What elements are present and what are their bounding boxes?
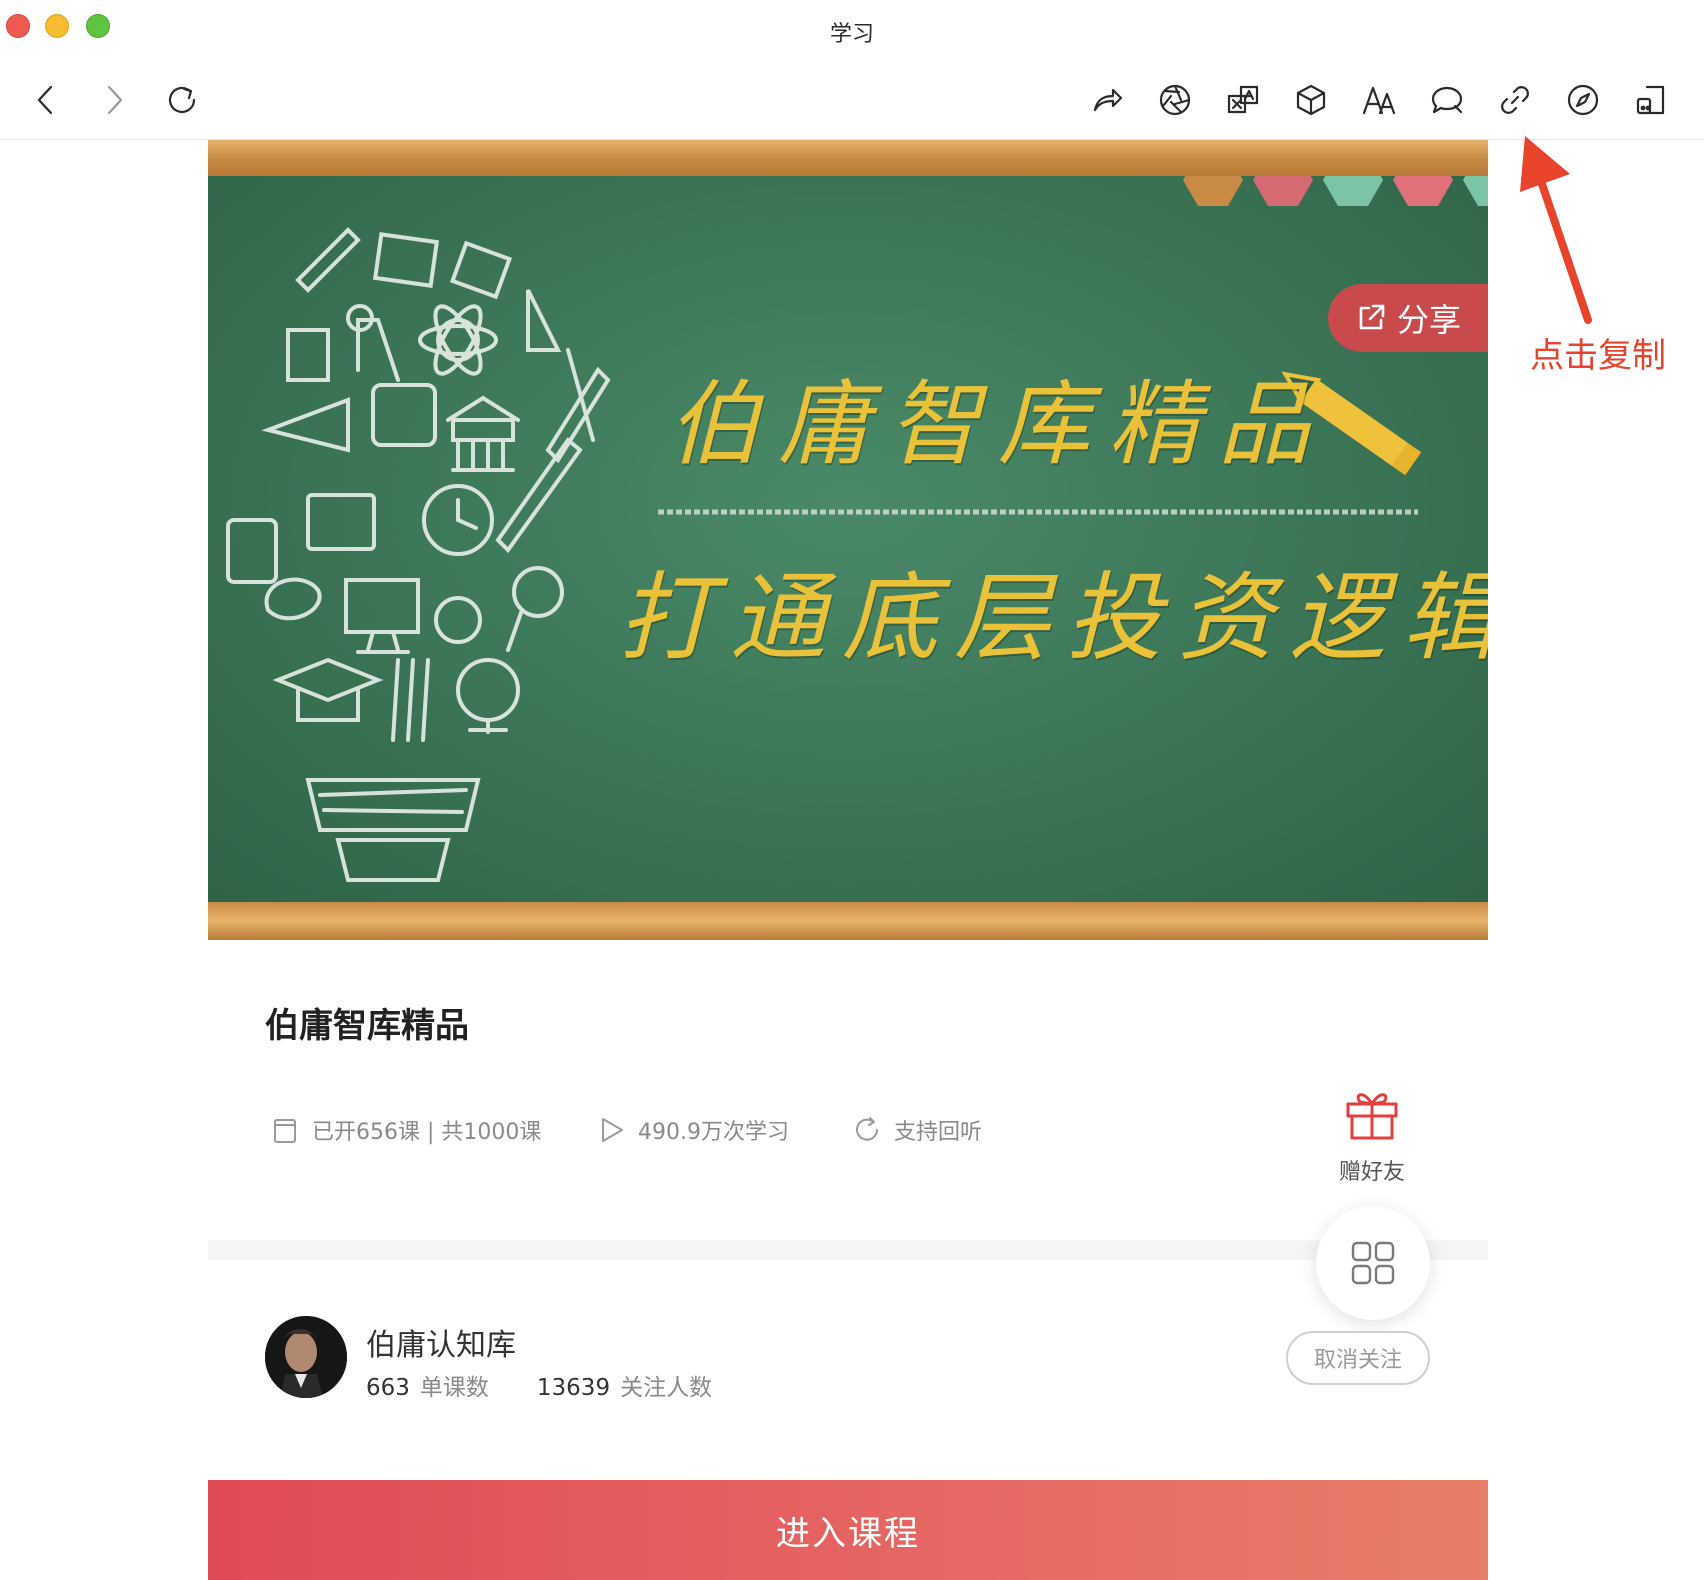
author-lesson-count-label: 单课数 [419, 1375, 489, 1401]
gift-friend-button[interactable]: 赠好友 [1334, 1086, 1410, 1186]
stat-lessons-text: 已开656课 | 共1000课 [312, 1120, 542, 1145]
forward-button[interactable] [90, 76, 138, 124]
course-title: 伯庸智库精品 [265, 1006, 469, 1046]
font-size-button[interactable] [1355, 76, 1403, 124]
aperture-icon [1159, 84, 1191, 116]
comment-button[interactable] [1423, 76, 1471, 124]
title-bar: 学习 [0, 0, 1704, 60]
stat-plays-text: 490.9万次学习 [638, 1120, 789, 1145]
share-toolbar-button[interactable] [1083, 76, 1131, 124]
reload-icon [168, 86, 196, 113]
toolbar [0, 62, 1704, 140]
chat-bubble-icon [1431, 86, 1463, 114]
share-arrow-icon [1093, 88, 1123, 112]
banner-share-button[interactable]: 分享 [1328, 284, 1488, 352]
font-size-icon [1362, 86, 1396, 115]
compass-button[interactable] [1559, 76, 1607, 124]
replay-icon [856, 1117, 878, 1141]
grid-icon [1351, 1241, 1395, 1285]
stat-replay: 支持回听 [852, 1114, 982, 1146]
gift-icon [1346, 1093, 1398, 1140]
unfollow-button[interactable]: 取消关注 [1286, 1331, 1430, 1385]
author-lesson-count: 663 [366, 1375, 410, 1401]
compass-icon [1567, 84, 1599, 116]
cube-button[interactable] [1287, 76, 1335, 124]
author-followers-label: 关注人数 [620, 1375, 713, 1401]
course-banner: 伯庸智库精品 打通底层投资逻辑 分享 [208, 140, 1488, 940]
annotation-arrow [1520, 136, 1592, 324]
aperture-button[interactable] [1151, 76, 1199, 124]
gift-friend-label: 赠好友 [1338, 1160, 1405, 1185]
author-followers: 13639 [536, 1375, 611, 1401]
stat-plays: 490.9万次学习 [596, 1114, 789, 1146]
translate-icon [1227, 85, 1259, 114]
copy-link-button[interactable] [1491, 76, 1539, 124]
reload-button[interactable] [158, 76, 206, 124]
banner-title: 伯庸智库精品 [668, 371, 1329, 478]
app-window: 学习 伯庸智库精品 打通底层投资逻辑 分享 点击复制 伯庸智库精品 已开656课… [0, 0, 1704, 1580]
device-icon [1636, 85, 1665, 115]
cube-icon [1296, 84, 1326, 116]
banner-share-label: 分享 [1396, 301, 1461, 339]
author-name[interactable]: 伯庸认知库 [366, 1320, 516, 1364]
device-button[interactable] [1627, 76, 1675, 124]
section-divider [208, 1240, 1488, 1260]
translate-button[interactable] [1219, 76, 1267, 124]
link-icon [1501, 86, 1529, 114]
window-title: 学习 [829, 22, 874, 47]
board-frame-bottom [208, 902, 1488, 940]
grid-menu-button[interactable] [1316, 1206, 1430, 1320]
stat-lessons: 已开656课 | 共1000课 [270, 1114, 541, 1146]
author-avatar[interactable] [265, 1316, 347, 1398]
external-share-icon [1359, 304, 1385, 330]
book-icon [274, 1119, 296, 1143]
enter-course-button[interactable]: 进入课程 [208, 1480, 1488, 1580]
board-frame-top [208, 140, 1488, 176]
back-button[interactable] [22, 76, 70, 124]
banner-subtitle: 打通底层投资逻辑 [618, 562, 1488, 674]
stat-replay-text: 支持回听 [894, 1120, 983, 1145]
chevron-right-icon [107, 85, 123, 115]
chevron-left-icon [37, 85, 53, 115]
author-stats: 663 单课数 13639 关注人数 [366, 1368, 712, 1402]
play-icon [602, 1118, 623, 1142]
avatar-image [265, 1316, 347, 1398]
annotation-label: 点击复制 [1530, 336, 1666, 376]
